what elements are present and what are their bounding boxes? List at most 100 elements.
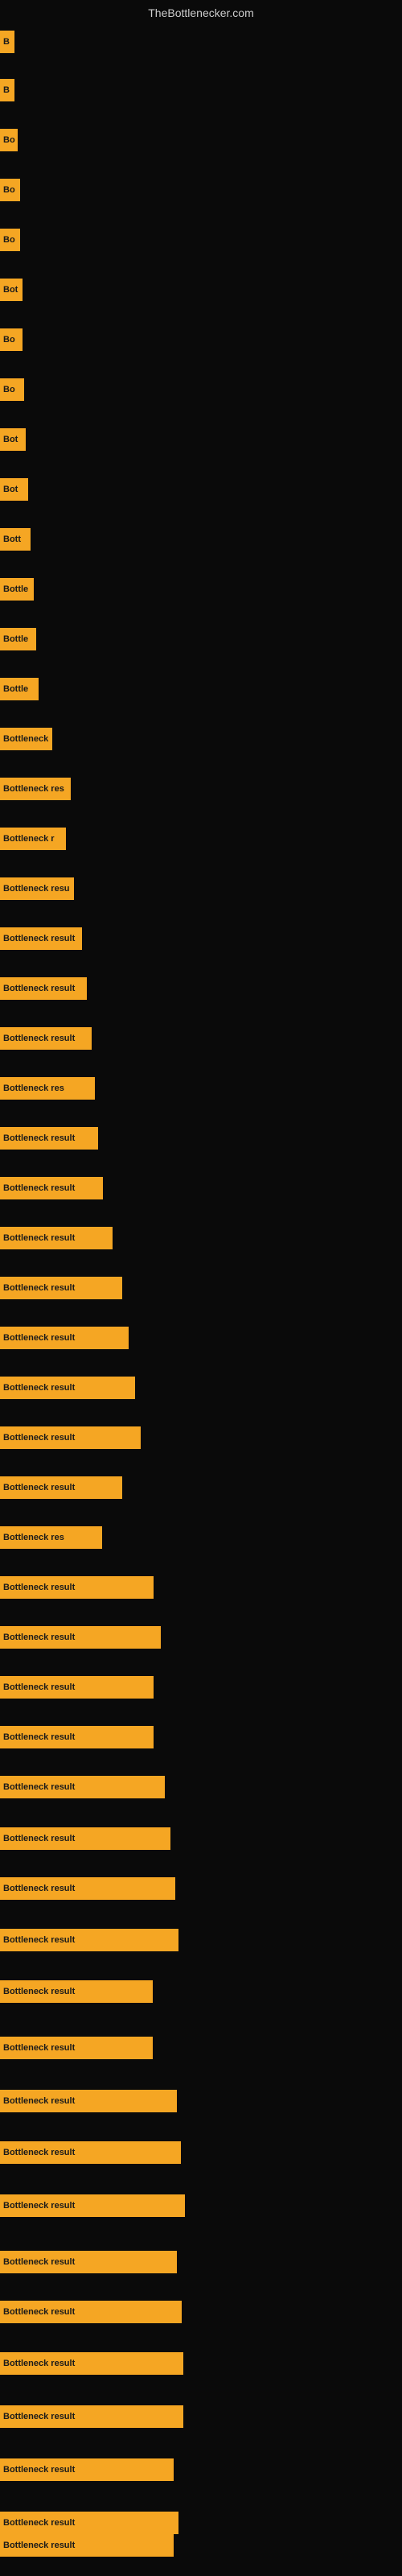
bar-label-39: Bottleneck result	[3, 1935, 75, 1945]
bar-label-15: Bottleneck	[3, 734, 48, 744]
bar-label-22: Bottleneck res	[3, 1084, 64, 1093]
bar-fill-49: Bottleneck result	[0, 2458, 174, 2481]
bar-fill-28: Bottleneck result	[0, 1377, 135, 1399]
bar-label-17: Bottleneck r	[3, 834, 55, 844]
bar-label-32: Bottleneck result	[3, 1583, 75, 1592]
bar-fill-32: Bottleneck result	[0, 1576, 154, 1599]
bar-fill-33: Bottleneck result	[0, 1626, 161, 1649]
site-title: TheBottlenecker.com	[0, 0, 402, 26]
bar-fill-27: Bottleneck result	[0, 1327, 129, 1349]
bar-label-3: Bo	[3, 135, 15, 145]
bar-fill-34: Bottleneck result	[0, 1676, 154, 1699]
bar-label-43: Bottleneck result	[3, 2148, 75, 2157]
bar-fill-42: Bottleneck result	[0, 2090, 177, 2112]
bar-label-11: Bott	[3, 535, 21, 544]
bar-label-8: Bo	[3, 385, 15, 394]
bar-fill-47: Bottleneck result	[0, 2352, 183, 2375]
bar-label-44: Bottleneck result	[3, 2201, 75, 2211]
bar-label-45: Bottleneck result	[3, 2257, 75, 2267]
bar-fill-29: Bottleneck result	[0, 1426, 141, 1449]
bar-label-36: Bottleneck result	[3, 1782, 75, 1792]
bar-label-19: Bottleneck result	[3, 934, 75, 943]
bar-label-51: Bottleneck result	[3, 2541, 75, 2550]
bar-item-37: Bottleneck result	[0, 1827, 170, 1850]
bar-item-22: Bottleneck res	[0, 1077, 95, 1100]
bar-label-9: Bot	[3, 435, 18, 444]
bar-fill-23: Bottleneck result	[0, 1127, 98, 1150]
bar-label-38: Bottleneck result	[3, 1884, 75, 1893]
bar-fill-24: Bottleneck result	[0, 1177, 103, 1199]
bar-label-5: Bo	[3, 235, 15, 245]
bar-label-26: Bottleneck result	[3, 1283, 75, 1293]
bar-fill-17: Bottleneck r	[0, 828, 66, 850]
bar-label-50: Bottleneck result	[3, 2518, 75, 2528]
bar-fill-19: Bottleneck result	[0, 927, 82, 950]
bar-label-23: Bottleneck result	[3, 1133, 75, 1143]
bar-fill-9: Bot	[0, 428, 26, 451]
bar-fill-7: Bo	[0, 328, 23, 351]
bar-item-31: Bottleneck res	[0, 1526, 102, 1549]
bar-item-28: Bottleneck result	[0, 1377, 135, 1399]
bar-label-12: Bottle	[3, 584, 28, 594]
bar-item-13: Bottle	[0, 628, 36, 650]
bar-fill-48: Bottleneck result	[0, 2405, 183, 2428]
bar-fill-39: Bottleneck result	[0, 1929, 178, 1951]
bar-label-7: Bo	[3, 335, 15, 345]
bar-item-10: Bot	[0, 478, 28, 501]
bar-label-41: Bottleneck result	[3, 2043, 75, 2053]
bar-item-49: Bottleneck result	[0, 2458, 174, 2481]
bar-label-37: Bottleneck result	[3, 1834, 75, 1843]
bar-item-38: Bottleneck result	[0, 1877, 175, 1900]
bar-item-19: Bottleneck result	[0, 927, 82, 950]
bar-fill-20: Bottleneck result	[0, 977, 87, 1000]
bar-label-34: Bottleneck result	[3, 1682, 75, 1692]
bar-fill-8: Bo	[0, 378, 24, 401]
bar-label-14: Bottle	[3, 684, 28, 694]
bar-item-24: Bottleneck result	[0, 1177, 103, 1199]
bar-label-13: Bottle	[3, 634, 28, 644]
bar-item-42: Bottleneck result	[0, 2090, 177, 2112]
bar-label-40: Bottleneck result	[3, 1987, 75, 1996]
bar-fill-46: Bottleneck result	[0, 2301, 182, 2323]
bar-label-20: Bottleneck result	[3, 984, 75, 993]
bar-item-40: Bottleneck result	[0, 1980, 153, 2003]
bar-item-1: B	[0, 31, 14, 53]
bar-item-41: Bottleneck result	[0, 2037, 153, 2059]
bar-item-17: Bottleneck r	[0, 828, 66, 850]
bar-item-34: Bottleneck result	[0, 1676, 154, 1699]
bar-item-35: Bottleneck result	[0, 1726, 154, 1748]
bar-fill-35: Bottleneck result	[0, 1726, 154, 1748]
bar-label-30: Bottleneck result	[3, 1483, 75, 1492]
bar-item-39: Bottleneck result	[0, 1929, 178, 1951]
bar-label-24: Bottleneck result	[3, 1183, 75, 1193]
bar-label-48: Bottleneck result	[3, 2412, 75, 2421]
bar-item-15: Bottleneck	[0, 728, 52, 750]
bar-fill-36: Bottleneck result	[0, 1776, 165, 1798]
bar-fill-26: Bottleneck result	[0, 1277, 122, 1299]
bar-item-50: Bottleneck result	[0, 2512, 178, 2534]
bar-item-16: Bottleneck res	[0, 778, 71, 800]
bar-item-29: Bottleneck result	[0, 1426, 141, 1449]
bar-fill-4: Bo	[0, 179, 20, 201]
bar-fill-22: Bottleneck res	[0, 1077, 95, 1100]
bar-label-21: Bottleneck result	[3, 1034, 75, 1043]
bar-item-51: Bottleneck result	[0, 2534, 174, 2557]
bar-item-7: Bo	[0, 328, 23, 351]
bar-label-42: Bottleneck result	[3, 2096, 75, 2106]
bar-fill-13: Bottle	[0, 628, 36, 650]
bar-label-4: Bo	[3, 185, 15, 195]
bar-label-10: Bot	[3, 485, 18, 494]
bar-fill-3: Bo	[0, 129, 18, 151]
bar-label-46: Bottleneck result	[3, 2307, 75, 2317]
bar-item-3: Bo	[0, 129, 18, 151]
bar-fill-2: B	[0, 79, 14, 101]
bar-item-46: Bottleneck result	[0, 2301, 182, 2323]
bar-item-4: Bo	[0, 179, 20, 201]
bar-item-44: Bottleneck result	[0, 2194, 185, 2217]
bar-item-23: Bottleneck result	[0, 1127, 98, 1150]
bar-fill-44: Bottleneck result	[0, 2194, 185, 2217]
bar-item-18: Bottleneck resu	[0, 877, 74, 900]
bar-item-45: Bottleneck result	[0, 2251, 177, 2273]
bar-fill-10: Bot	[0, 478, 28, 501]
bar-item-25: Bottleneck result	[0, 1227, 113, 1249]
